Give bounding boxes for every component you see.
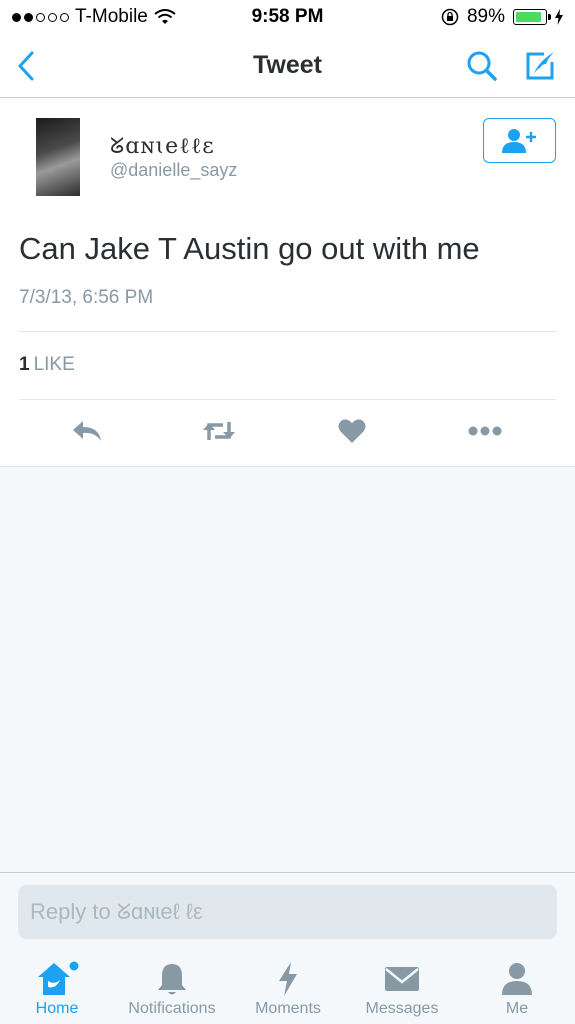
charging-icon (555, 9, 563, 25)
more-button[interactable] (465, 415, 505, 447)
divider (19, 331, 556, 332)
tab-notifications[interactable]: Notifications (118, 952, 226, 1024)
user-handle[interactable]: @danielle_sayz (110, 160, 237, 181)
tab-moments[interactable]: Moments (246, 952, 330, 1024)
tab-label: Messages (365, 1000, 439, 1017)
status-right: 89% (441, 6, 563, 28)
tab-messages[interactable]: Messages (358, 952, 446, 1024)
avatar[interactable] (36, 118, 80, 196)
reply-button[interactable] (67, 415, 107, 447)
search-icon (467, 51, 497, 81)
compose-tweet-button[interactable] (518, 44, 562, 88)
compose-icon (526, 52, 554, 80)
tab-label: Me (505, 1000, 529, 1017)
divider (19, 399, 556, 400)
tab-label: Home (35, 1000, 79, 1017)
like-count-value: 1 (19, 354, 30, 375)
envelope-icon (384, 958, 420, 1000)
battery-icon (513, 9, 551, 25)
reply-bar: Reply to ᘜɑɴɩеℓ ℓε (0, 872, 575, 952)
tweet-text: Can Jake T Austin go out with me (19, 231, 480, 266)
reply-input[interactable]: Reply to ᘜɑɴɩеℓ ℓε (18, 885, 557, 939)
retweet-button[interactable] (199, 415, 239, 447)
retweet-icon (203, 422, 235, 440)
tweet-detail-screen: T-Mobile 9:58 PM 89% Tweet ᘜɑɴɩеℓℓε @dan… (0, 0, 575, 1024)
battery-fill (516, 12, 541, 22)
navigation-bar: Tweet (0, 34, 575, 98)
follow-button[interactable] (483, 118, 556, 163)
tab-me[interactable]: Me (492, 952, 542, 1024)
like-count-label: LIKE (33, 354, 75, 375)
bell-icon (157, 958, 187, 1000)
more-icon (468, 426, 502, 436)
tab-bar: Home Notifications Moments Messages Me (0, 952, 575, 1024)
battery-percent: 89% (466, 6, 505, 27)
add-user-icon (501, 128, 536, 153)
like-button[interactable] (332, 415, 372, 447)
reply-icon (73, 421, 101, 441)
lightning-icon (277, 958, 299, 1000)
heart-icon (338, 419, 366, 443)
tweet-timestamp: 7/3/13, 6:56 PM (19, 287, 154, 308)
search-button[interactable] (462, 46, 502, 86)
status-bar: T-Mobile 9:58 PM 89% (0, 0, 575, 34)
tweet-card: ᘜɑɴɩеℓℓε @danielle_sayz Can Jake T Austi… (0, 99, 575, 467)
rotation-lock-icon (441, 8, 459, 26)
person-icon (501, 958, 533, 1000)
tab-home[interactable]: Home (22, 952, 92, 1024)
likes-count[interactable]: 1 LIKE (19, 354, 75, 376)
tab-label: Moments (255, 1000, 321, 1017)
display-name[interactable]: ᘜɑɴɩеℓℓε (110, 133, 215, 159)
tab-label: Notifications (128, 1000, 216, 1017)
home-icon (34, 958, 80, 1000)
